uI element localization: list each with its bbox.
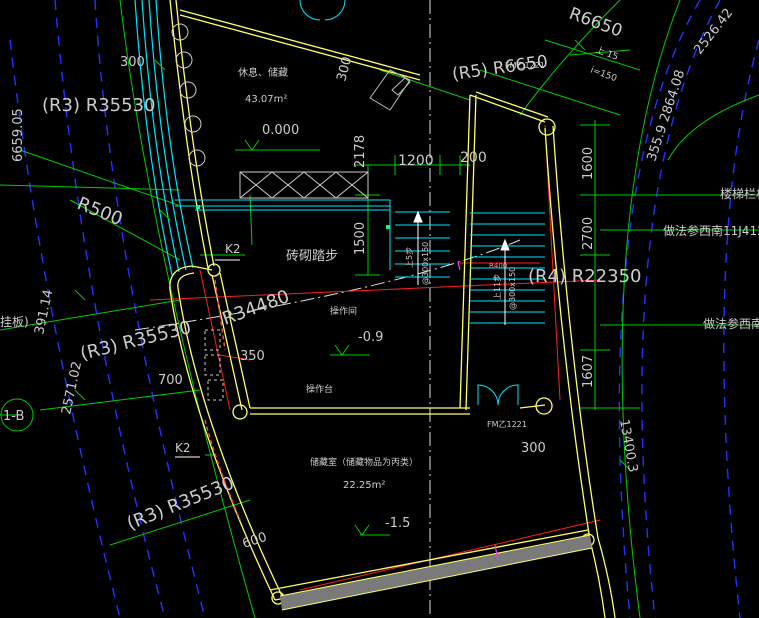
room-operation: 操作间	[330, 305, 357, 317]
dim-6659: 6659.05	[11, 108, 26, 162]
tag-door-top: FM乙1221	[505, 61, 545, 70]
dim-1607: 1607	[581, 355, 596, 388]
note-hang-board: 挂板)	[0, 315, 29, 329]
dim-700: 700	[158, 373, 183, 388]
dim-1600: 1600	[581, 147, 596, 180]
room-brick-steps: 砖砌踏步	[286, 249, 338, 264]
tag-axis-1b: 1-B	[3, 409, 24, 424]
tag-k2-lower: K2	[175, 441, 191, 455]
dim-300-b: 300	[521, 441, 546, 456]
dim-1200: 1200	[398, 153, 434, 169]
dim-1500: 1500	[353, 222, 368, 255]
note-method-2: 做法参西南	[703, 316, 759, 331]
tag-stair-right-size: @300x150	[508, 267, 517, 310]
label-r3-top: (R3) R35530	[42, 95, 156, 116]
elev-0: 0.000	[262, 123, 299, 138]
cad-floor-plan: (R3) R35530 (R5) R6650 R6650 R500 (R3) R…	[0, 0, 759, 618]
dim-2700: 2700	[581, 217, 596, 250]
tag-stair-left-size: @300x150	[421, 242, 430, 285]
dim-200: 200	[460, 150, 487, 166]
dim-2178: 2178	[353, 135, 368, 168]
label-r4-right: (R4) R22350	[528, 266, 642, 287]
elev-m15: -1.5	[385, 516, 410, 531]
room-operation-desk: 操作台	[306, 383, 333, 395]
room-storage: 储藏室（储藏物品为丙类）	[310, 456, 418, 468]
note-method-1: 做法参西南11J412	[663, 223, 759, 238]
dim-350: 350	[240, 349, 265, 364]
tag-k2-upper: K2	[225, 242, 241, 256]
room-storage-area: 22.25m²	[343, 480, 385, 491]
tag-door-bottom: FM乙1221	[487, 420, 527, 429]
tag-stair-left-dir: 上5步	[405, 247, 414, 268]
elev-m09: -0.9	[358, 330, 383, 345]
marker-left	[196, 205, 200, 209]
canvas-background	[0, 0, 759, 618]
room-rest-area: 43.07m²	[245, 94, 287, 105]
room-rest: 休息、储藏	[238, 66, 288, 79]
tag-hatch: R400	[489, 262, 507, 270]
note-railing: 楼梯栏杆	[720, 186, 759, 201]
tag-stair-right-dir: 上11步	[493, 274, 502, 300]
dim-300-tl: 300	[120, 55, 145, 70]
marker-right	[386, 225, 390, 229]
